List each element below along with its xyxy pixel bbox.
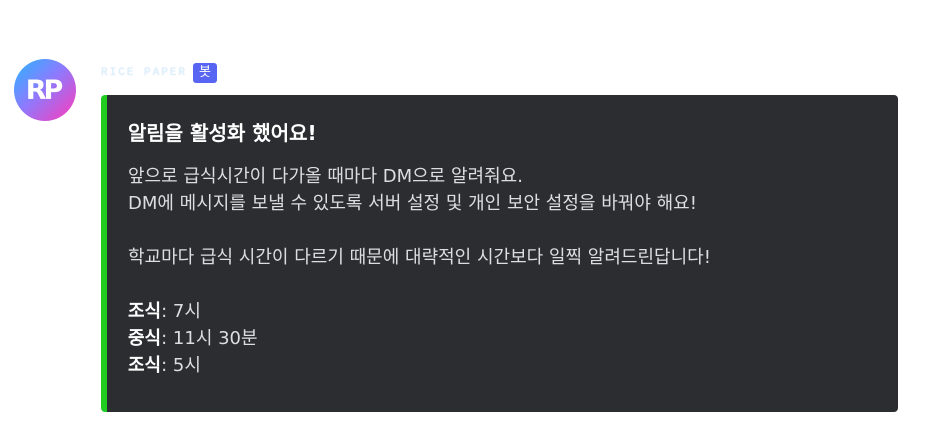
chat-message: RP RICE PAPER 봇 알림을 활성화 했어요! 앞으로 급식시간이 다… [0, 0, 940, 433]
meal-label: 조식 [128, 355, 162, 376]
description-line: 앞으로 급식시간이 다가올 때마다 DM으로 알려줘요. [128, 166, 523, 187]
message-header: RICE PAPER 봇 [101, 62, 217, 84]
meal-time-row: 조식: 5시 [128, 352, 878, 379]
bot-avatar[interactable]: RP [14, 59, 76, 121]
embed-description: 앞으로 급식시간이 다가올 때마다 DM으로 알려줘요. DM에 메시지를 보낼… [128, 163, 878, 379]
meal-time-row: 중식: 11시 30분 [128, 325, 878, 352]
author-name[interactable]: RICE PAPER [101, 67, 187, 79]
meal-label: 중식 [128, 328, 162, 349]
description-line: DM에 메시지를 보낼 수 있도록 서버 설정 및 개인 보안 설정을 바꿔야 … [128, 193, 697, 214]
meal-time: 5시 [172, 355, 201, 376]
meal-separator: : [161, 301, 173, 322]
meal-time: 7시 [172, 301, 201, 322]
meal-label: 조식 [128, 301, 162, 322]
meal-separator: : [161, 328, 173, 349]
avatar-initials: RP [25, 74, 64, 106]
bot-badge: 봇 [193, 63, 217, 83]
message-embed: 알림을 활성화 했어요! 앞으로 급식시간이 다가올 때마다 DM으로 알려줘요… [101, 95, 898, 412]
meal-separator: : [161, 355, 173, 376]
meal-time-row: 조식: 7시 [128, 298, 878, 325]
meal-time: 11시 30분 [172, 328, 258, 349]
description-line: 학교마다 급식 시간이 다르기 때문에 대략적인 시간보다 일찍 알려드린답니다… [128, 247, 711, 268]
embed-title: 알림을 활성화 했어요! [128, 121, 317, 145]
